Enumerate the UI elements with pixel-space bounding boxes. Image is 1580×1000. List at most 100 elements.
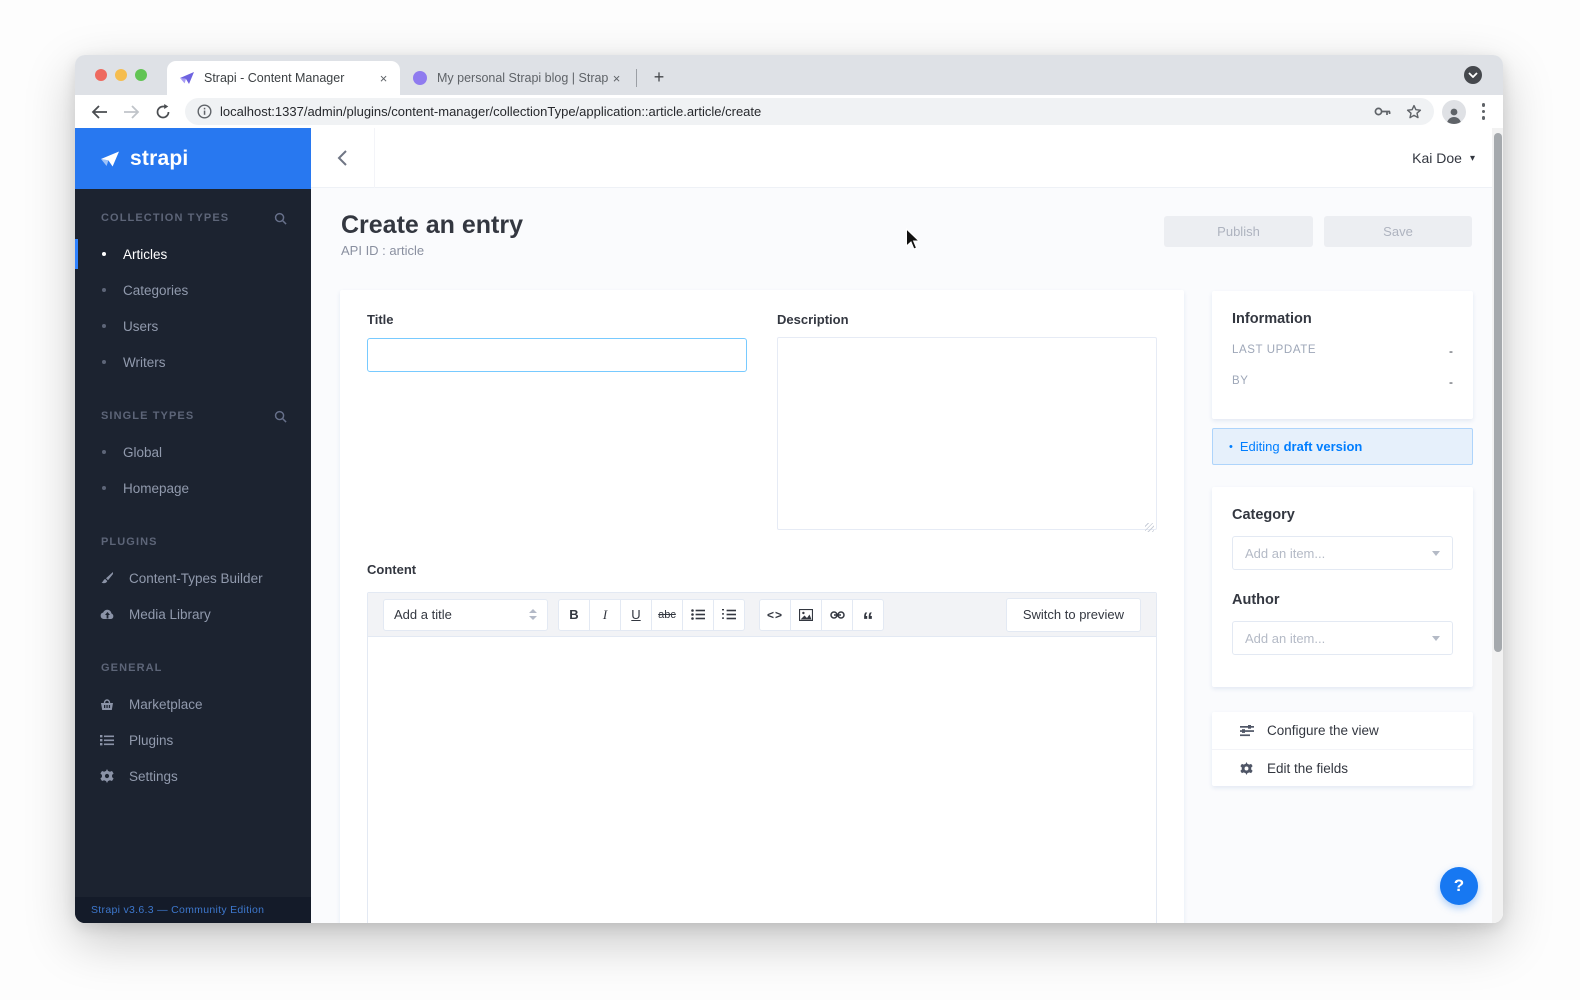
close-window-button[interactable] — [95, 69, 107, 81]
help-button[interactable]: ? — [1440, 867, 1478, 905]
code-button[interactable]: <> — [759, 598, 791, 631]
close-tab-icon[interactable]: × — [375, 70, 392, 87]
heading-select-value: Add a title — [394, 607, 452, 622]
browser-menu-icon[interactable] — [1476, 103, 1491, 120]
save-button[interactable]: Save — [1324, 216, 1472, 247]
forward-icon[interactable] — [119, 100, 143, 124]
edit-fields-label: Edit the fields — [1267, 760, 1349, 776]
sidebar-item-label: Plugins — [129, 732, 174, 748]
sidebar-item-label: Homepage — [123, 480, 190, 496]
password-key-icon[interactable] — [1374, 106, 1392, 117]
category-select[interactable]: Add an item... — [1232, 536, 1453, 570]
site-info-icon[interactable] — [197, 104, 212, 119]
page-scrollbar[interactable] — [1492, 128, 1503, 923]
image-button[interactable] — [790, 598, 822, 631]
minimize-window-button[interactable] — [115, 69, 127, 81]
traffic-lights — [95, 69, 147, 81]
bullet-icon — [102, 360, 106, 364]
strapi-logo[interactable]: strapi — [75, 128, 311, 189]
resize-grip-icon[interactable] — [1145, 523, 1154, 532]
category-placeholder: Add an item... — [1245, 545, 1326, 561]
editor-body[interactable] — [368, 637, 1156, 923]
bullet-icon — [102, 486, 106, 490]
author-select[interactable]: Add an item... — [1232, 621, 1453, 655]
strapi-version-link[interactable]: Strapi v3.6.3 — Community Edition — [75, 897, 311, 923]
section-label-single-types: SINGLE TYPES — [101, 410, 195, 422]
bullet-icon: • — [1229, 440, 1233, 453]
reload-icon[interactable] — [151, 100, 175, 124]
browser-window: Strapi - Content Manager × My personal S… — [75, 55, 1503, 923]
section-label-general: GENERAL — [101, 662, 163, 674]
configure-view-link[interactable]: Configure the view — [1212, 712, 1473, 749]
sidebar-item-global[interactable]: Global — [75, 434, 311, 470]
close-tab-icon[interactable]: × — [608, 70, 625, 87]
relations-card: Category Add an item... Author Add an it… — [1212, 487, 1473, 687]
quote-button[interactable]: “ — [852, 598, 884, 631]
user-name: Kai Doe — [1412, 150, 1462, 166]
sidebar-item-label: Writers — [123, 354, 166, 370]
tab-strapi-content-manager[interactable]: Strapi - Content Manager × — [167, 61, 400, 95]
sidebar-item-label: Media Library — [129, 606, 211, 622]
sidebar-item-label: Users — [123, 318, 159, 334]
page-title-block: Create an entry API ID : article — [341, 211, 523, 258]
tab-search-button[interactable] — [1464, 66, 1482, 84]
bullet-icon — [102, 252, 106, 256]
search-icon[interactable] — [274, 212, 287, 225]
sidebar-item-content-types-builder[interactable]: Content-Types Builder — [75, 560, 311, 596]
back-button[interactable] — [311, 128, 375, 188]
address-bar[interactable]: localhost:1337/admin/plugins/content-man… — [185, 98, 1434, 125]
profile-avatar[interactable] — [1441, 99, 1466, 124]
bullet-list-button[interactable] — [682, 598, 714, 631]
author-label: Author — [1232, 592, 1280, 608]
draft-emphasis: draft version — [1283, 439, 1363, 454]
brush-icon — [99, 571, 115, 585]
search-icon[interactable] — [274, 410, 287, 423]
sidebar-item-media-library[interactable]: Media Library — [75, 596, 311, 632]
back-icon[interactable] — [87, 100, 111, 124]
stepper-icon — [529, 609, 537, 620]
sidebar-item-label: Marketplace — [129, 696, 203, 712]
sidebar-item-categories[interactable]: Categories — [75, 272, 311, 308]
strapi-favicon-icon — [179, 70, 195, 86]
tab-title: Strapi - Content Manager — [204, 71, 345, 85]
last-update-label: LAST UPDATE — [1232, 344, 1317, 356]
edit-fields-link[interactable]: Edit the fields — [1212, 749, 1473, 786]
switch-to-preview-button[interactable]: Switch to preview — [1005, 597, 1141, 632]
title-input[interactable] — [367, 338, 747, 372]
basket-icon — [99, 698, 115, 711]
sidebar-item-homepage[interactable]: Homepage — [75, 470, 311, 506]
sidebar-item-settings[interactable]: Settings — [75, 758, 311, 794]
scrollbar-thumb[interactable] — [1494, 133, 1502, 652]
title-field-label: Title — [367, 312, 394, 327]
sidebar-item-label: Settings — [129, 768, 178, 784]
strikethrough-button[interactable]: abc — [651, 598, 683, 631]
information-card: Information LAST UPDATE - BY - — [1212, 291, 1473, 419]
chevron-down-icon — [1432, 635, 1440, 641]
heading-select[interactable]: Add a title — [383, 598, 548, 631]
sidebar-item-marketplace[interactable]: Marketplace — [75, 686, 311, 722]
draft-prefix: Editing — [1239, 439, 1280, 454]
editor-toolbar: Add a title B I U abc <> “ Switch to pre… — [368, 593, 1156, 637]
ordered-list-button[interactable] — [713, 598, 745, 631]
link-button[interactable] — [821, 598, 853, 631]
tab-separator — [636, 69, 637, 87]
italic-button[interactable]: I — [589, 598, 621, 631]
zoom-window-button[interactable] — [135, 69, 147, 81]
content-field-label: Content — [367, 562, 417, 577]
configure-view-label: Configure the view — [1267, 723, 1379, 738]
sidebar-item-articles[interactable]: Articles — [75, 236, 311, 272]
gear-icon — [1239, 761, 1254, 775]
description-textarea[interactable] — [777, 337, 1157, 530]
sidebar-item-users[interactable]: Users — [75, 308, 311, 344]
sidebar-item-writers[interactable]: Writers — [75, 344, 311, 380]
publish-button[interactable]: Publish — [1164, 216, 1313, 247]
underline-button[interactable]: U — [620, 598, 652, 631]
tab-personal-blog[interactable]: My personal Strapi blog | Strap × — [400, 61, 633, 95]
bookmark-star-icon[interactable] — [1406, 104, 1422, 120]
user-menu[interactable]: Kai Doe ▾ — [1412, 128, 1475, 188]
bold-button[interactable]: B — [558, 598, 590, 631]
section-label-plugins: PLUGINS — [101, 536, 158, 548]
by-value: - — [1449, 375, 1453, 389]
sidebar-item-plugins[interactable]: Plugins — [75, 722, 311, 758]
new-tab-button[interactable]: + — [646, 64, 672, 90]
